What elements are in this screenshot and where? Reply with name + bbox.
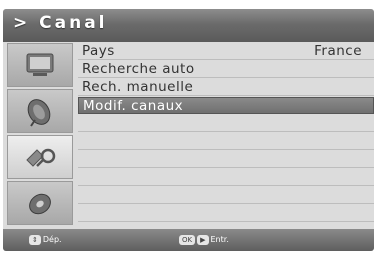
sidebar — [7, 43, 73, 229]
sidebar-tab-media[interactable] — [7, 181, 73, 225]
empty-row — [78, 115, 374, 132]
updown-key-icon: ⇕ — [29, 235, 41, 245]
hint-enter-label: Entr. — [210, 235, 229, 244]
empty-row — [78, 151, 374, 168]
menu-item-recherche-auto[interactable]: Recherche auto — [78, 61, 374, 78]
menu-item-label: Recherche auto — [82, 61, 195, 77]
hint-enter: OK ▶ Entr. — [179, 235, 229, 245]
footer-hints: ⇕ Dép. OK ▶ Entr. — [3, 229, 374, 251]
menu-item-value: France — [314, 43, 362, 59]
magnifier-icon — [26, 148, 56, 167]
page-title: > Canal — [13, 13, 108, 33]
channel-menu-list: Pays France Recherche auto Rech. manuell… — [78, 43, 374, 229]
menu-item-rech-manuelle[interactable]: Rech. manuelle — [78, 79, 374, 96]
menu-item-pays[interactable]: Pays France — [78, 43, 374, 60]
empty-row — [78, 133, 374, 150]
screen: > Canal Pays France Recherche auto Rech.… — [0, 0, 377, 253]
sidebar-tab-channels[interactable] — [7, 135, 73, 179]
tv-icon — [26, 53, 54, 76]
menu-item-modif-canaux[interactable]: Modif. canaux — [78, 97, 374, 114]
hint-move-label: Dép. — [42, 235, 62, 244]
menu-item-label: Modif. canaux — [83, 98, 184, 114]
sidebar-tab-installation[interactable] — [7, 89, 73, 133]
sidebar-tab-tv[interactable] — [7, 43, 73, 87]
empty-row — [78, 205, 374, 222]
disc-icon — [29, 193, 51, 215]
ok-key-icon: OK — [179, 235, 196, 245]
hint-move: ⇕ Dép. — [29, 235, 62, 245]
menu-item-label: Pays — [82, 43, 115, 59]
empty-row — [78, 187, 374, 204]
empty-row — [78, 169, 374, 186]
menu-item-label: Rech. manuelle — [82, 79, 194, 95]
satellite-dish-icon — [27, 99, 51, 127]
right-arrow-key-icon: ▶ — [197, 235, 209, 245]
title-bar: > Canal — [3, 9, 374, 42]
